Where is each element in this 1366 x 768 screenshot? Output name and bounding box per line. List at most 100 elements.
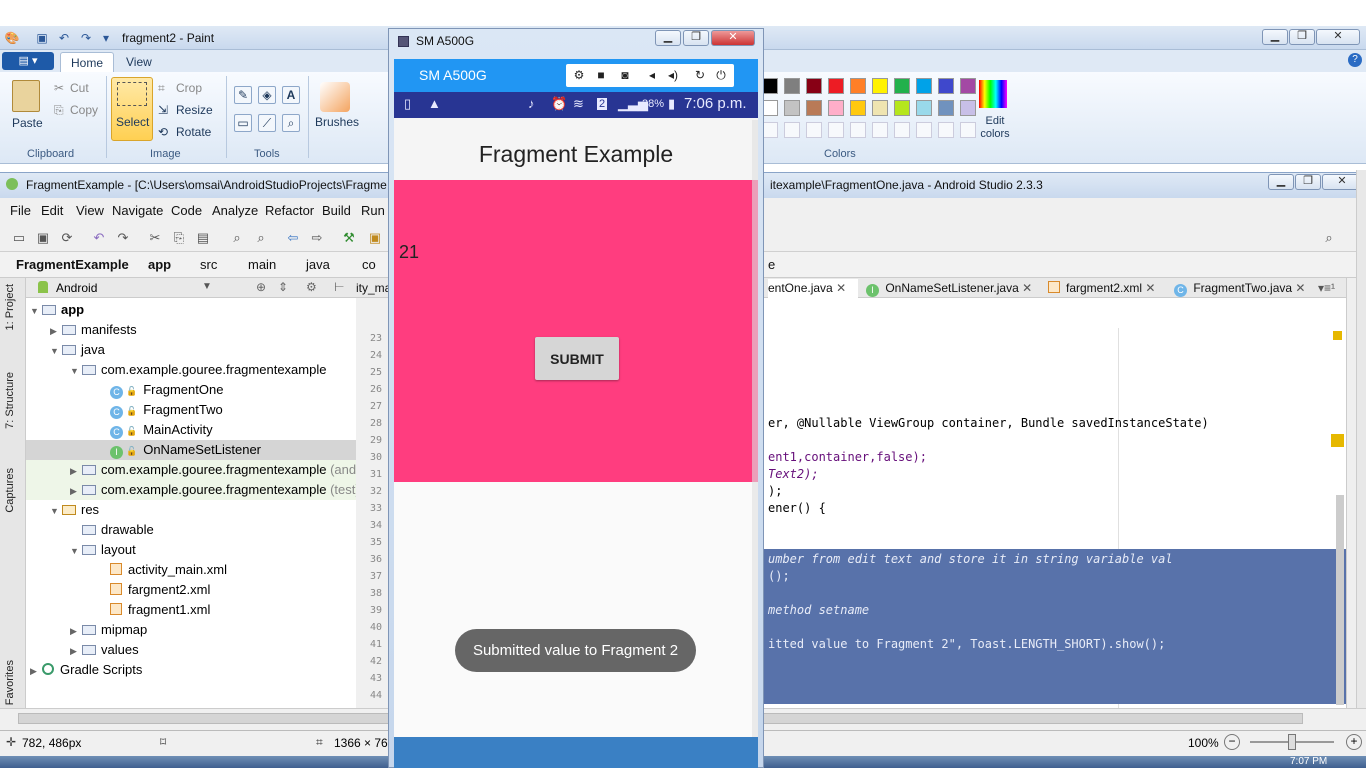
color-swatch[interactable] bbox=[960, 78, 976, 94]
window-scrollbar[interactable] bbox=[1356, 170, 1366, 710]
empty-color-swatch[interactable] bbox=[762, 122, 778, 138]
edit-colors-icon[interactable] bbox=[979, 80, 1007, 108]
zoom-in-button[interactable]: + bbox=[1346, 734, 1362, 750]
color-swatch[interactable] bbox=[762, 78, 778, 94]
undo-icon[interactable]: ↶ bbox=[90, 229, 108, 247]
menu-refactor[interactable]: Refactor bbox=[265, 203, 314, 218]
breadcrumb-main[interactable]: main bbox=[248, 257, 276, 272]
search-everywhere-icon[interactable]: ⌕ bbox=[1320, 229, 1338, 247]
crop-button[interactable]: Crop bbox=[176, 81, 202, 95]
color-swatch[interactable] bbox=[828, 100, 844, 116]
menu-file[interactable]: File bbox=[10, 203, 31, 218]
close-icon[interactable]: ✕ bbox=[1145, 281, 1155, 295]
tree-item-package-test[interactable]: ▶ com.example.gouree.fragmentexample (tes… bbox=[26, 480, 360, 500]
warning-marker[interactable] bbox=[1331, 434, 1344, 447]
zoom-out-button[interactable]: − bbox=[1224, 734, 1240, 750]
studio-minimize-button[interactable]: ▁ bbox=[1268, 174, 1294, 190]
maximize-button[interactable]: ❐ bbox=[1289, 29, 1315, 45]
tree-item-gradle-scripts[interactable]: ▶ Gradle Scripts bbox=[26, 660, 356, 680]
forward-icon[interactable]: ⇨ bbox=[308, 229, 326, 247]
tab-fargment2-xml[interactable]: fargment2.xml ✕ bbox=[1048, 279, 1155, 298]
paint-menu-button[interactable]: ▤ ▾ bbox=[2, 52, 54, 70]
captures-tool-tab[interactable]: Captures bbox=[4, 468, 16, 513]
find-icon[interactable]: ⌕ bbox=[228, 229, 246, 247]
help-icon[interactable]: ? bbox=[1348, 53, 1362, 67]
tab-fragmenttwo[interactable]: C FragmentTwo.java ✕ bbox=[1174, 279, 1305, 298]
rotate-icon[interactable]: ↻ bbox=[690, 66, 710, 85]
collapse-icon[interactable]: ⇕ bbox=[278, 280, 288, 294]
copy-button[interactable]: Copy bbox=[70, 103, 98, 117]
save-all-icon[interactable]: ▣ bbox=[34, 229, 52, 247]
tab-onnamesetlistener[interactable]: I OnNameSetListener.java ✕ bbox=[866, 279, 1032, 298]
brushes-button[interactable]: Brushes bbox=[315, 115, 359, 129]
volume-down-icon[interactable]: ◂ bbox=[642, 66, 662, 85]
color-swatch[interactable] bbox=[806, 78, 822, 94]
tree-item-res[interactable]: ▼ res bbox=[26, 500, 356, 520]
menu-view[interactable]: View bbox=[76, 203, 104, 218]
power-icon[interactable]: ⏻ bbox=[711, 66, 731, 85]
tab-home[interactable]: Home bbox=[60, 52, 115, 72]
redo-icon[interactable]: ↷ bbox=[78, 30, 94, 46]
color-picker-icon[interactable]: ⟋ bbox=[258, 114, 276, 132]
studio-maximize-button[interactable]: ❐ bbox=[1295, 174, 1321, 190]
emulator-close-button[interactable]: ✕ bbox=[711, 30, 755, 46]
breadcrumb-file[interactable]: e bbox=[768, 257, 775, 272]
vertical-scrollbar[interactable] bbox=[1336, 495, 1344, 705]
empty-color-swatch[interactable] bbox=[872, 122, 888, 138]
structure-tool-tab[interactable]: 7: Structure bbox=[4, 372, 16, 429]
cut-button[interactable]: Cut bbox=[70, 81, 89, 95]
menu-navigate[interactable]: Navigate bbox=[112, 203, 163, 218]
close-icon[interactable]: ✕ bbox=[1022, 281, 1032, 295]
back-icon[interactable]: ⇦ bbox=[284, 229, 302, 247]
color-swatch[interactable] bbox=[806, 100, 822, 116]
settings-icon[interactable]: ⚙ bbox=[569, 66, 589, 85]
tab-overflow-menu[interactable]: ▾≡¹ bbox=[1318, 279, 1335, 298]
paste-icon[interactable]: ▤ bbox=[194, 229, 212, 247]
eraser-icon[interactable]: ▭ bbox=[234, 114, 252, 132]
warning-marker[interactable] bbox=[1333, 331, 1342, 340]
close-icon[interactable]: ✕ bbox=[1295, 281, 1305, 295]
emulator-minimize-button[interactable]: ▁ bbox=[655, 30, 681, 46]
menu-code[interactable]: Code bbox=[171, 203, 202, 218]
color-swatch[interactable] bbox=[762, 100, 778, 116]
redo-icon[interactable]: ↷ bbox=[114, 229, 132, 247]
empty-color-swatch[interactable] bbox=[960, 122, 976, 138]
favorites-tool-tab[interactable]: Favorites bbox=[4, 660, 16, 705]
color-swatch[interactable] bbox=[894, 78, 910, 94]
tree-item-package-androidtest[interactable]: ▶ com.example.gouree.fragmentexample (and… bbox=[26, 460, 371, 480]
sync-icon[interactable]: ⟳ bbox=[58, 229, 76, 247]
tab-view[interactable]: View bbox=[116, 52, 162, 72]
hide-panel-icon[interactable]: ⊢ bbox=[334, 280, 344, 294]
rotate-button[interactable]: Rotate bbox=[176, 125, 211, 139]
empty-color-swatch[interactable] bbox=[806, 122, 822, 138]
color-swatch[interactable] bbox=[916, 100, 932, 116]
run-config-icon[interactable]: ▣ bbox=[366, 229, 384, 247]
color-swatch[interactable] bbox=[872, 100, 888, 116]
tree-item-fargment2-xml[interactable]: fargment2.xml bbox=[26, 580, 356, 600]
menu-edit[interactable]: Edit bbox=[41, 203, 63, 218]
color-swatch[interactable] bbox=[894, 100, 910, 116]
undo-icon[interactable]: ↶ bbox=[56, 30, 72, 46]
menu-build[interactable]: Build bbox=[322, 203, 351, 218]
empty-color-swatch[interactable] bbox=[916, 122, 932, 138]
color-swatch[interactable] bbox=[850, 78, 866, 94]
color-swatch[interactable] bbox=[784, 78, 800, 94]
resize-button[interactable]: Resize bbox=[176, 103, 213, 117]
close-icon[interactable]: ✕ bbox=[836, 281, 846, 295]
tree-item-fragment1-xml[interactable]: fragment1.xml bbox=[26, 600, 356, 620]
color-swatch[interactable] bbox=[872, 78, 888, 94]
tree-item-fragmenttwo[interactable]: C 🔓 FragmentTwo bbox=[26, 400, 356, 420]
tree-item-mainactivity[interactable]: C 🔓 MainActivity bbox=[26, 420, 356, 440]
tree-item-onnamesetlistener[interactable]: I 🔓 OnNameSetListener bbox=[26, 440, 356, 460]
tree-item-app[interactable]: ▼ app bbox=[26, 300, 356, 320]
color-swatch[interactable] bbox=[938, 100, 954, 116]
brushes-icon[interactable] bbox=[320, 82, 350, 112]
empty-color-swatch[interactable] bbox=[938, 122, 954, 138]
menu-run[interactable]: Run bbox=[361, 203, 385, 218]
edit-colors-button[interactable]: Edit colors bbox=[978, 115, 1012, 141]
save-icon[interactable]: ▣ bbox=[34, 30, 50, 46]
tree-item-drawable[interactable]: drawable bbox=[26, 520, 356, 540]
empty-color-swatch[interactable] bbox=[850, 122, 866, 138]
taskbar-clock[interactable]: 7:07 PM bbox=[1290, 757, 1327, 767]
close-button[interactable]: ✕ bbox=[1316, 29, 1360, 45]
